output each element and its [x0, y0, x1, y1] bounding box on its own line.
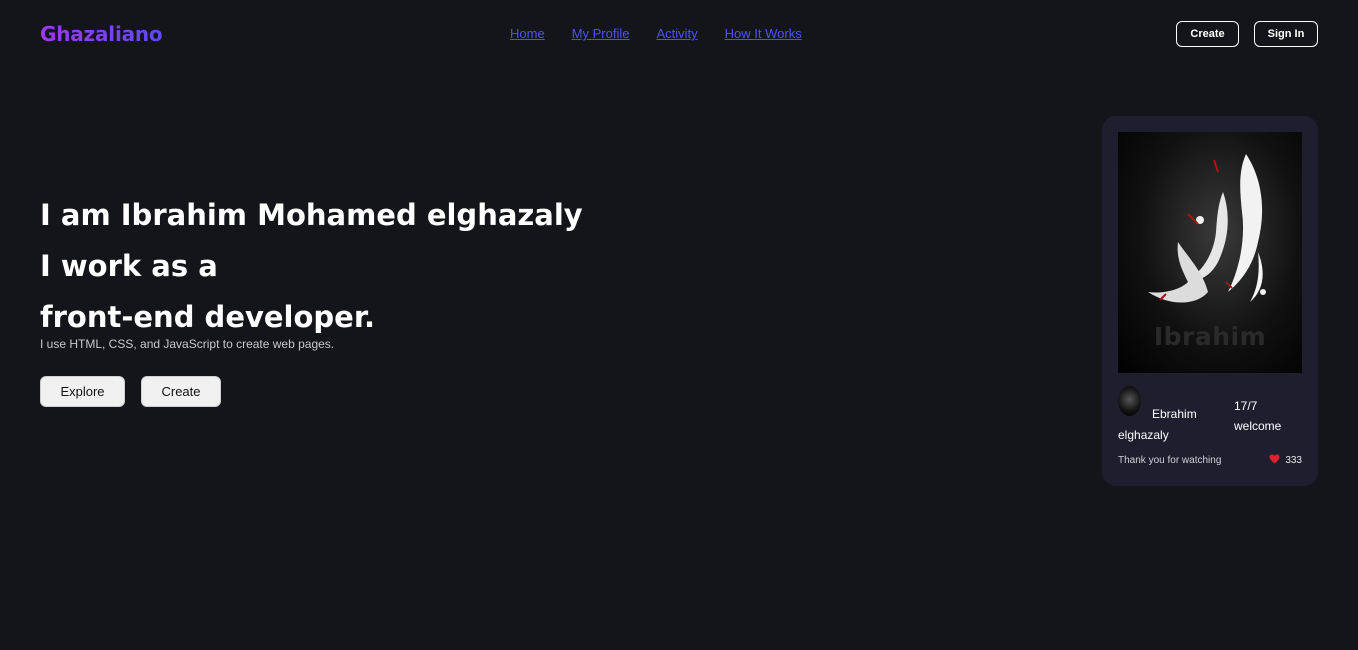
hero-buttons: Explore Create [40, 376, 583, 407]
card-caption: Thank you for watching [1118, 455, 1222, 466]
author-first-name: Ebrahim [1152, 407, 1197, 421]
card-date-message: 17/7 welcome [1234, 396, 1281, 436]
nav-link-my-profile[interactable]: My Profile [572, 26, 630, 41]
create-button[interactable]: Create [141, 376, 221, 407]
card-author: Ebrahim elghazaly [1118, 404, 1228, 446]
hero-line-2: I work as a [40, 249, 218, 283]
card-date: 17/7 [1234, 399, 1258, 413]
card-artwork-image: Ibrahim [1118, 132, 1302, 373]
hero-heading: I am Ibrahim Mohamed elghazaly I work as… [40, 190, 583, 343]
explore-button[interactable]: Explore [40, 376, 125, 407]
author-last-name: elghazaly [1118, 428, 1169, 442]
likes-counter[interactable]: 333 [1269, 454, 1302, 467]
card-message: welcome [1234, 419, 1282, 433]
profile-card[interactable]: Ibrahim Ebrahim elghazaly 17/7 welcome T… [1102, 116, 1318, 486]
likes-count: 333 [1285, 455, 1302, 466]
main-nav: Home My Profile Activity How It Works [510, 26, 829, 41]
heart-icon [1269, 454, 1280, 467]
nav-link-home[interactable]: Home [510, 26, 545, 41]
header-create-button[interactable]: Create [1176, 21, 1239, 47]
card-image-watermark: Ibrahim [1153, 322, 1267, 351]
nav-link-how-it-works[interactable]: How It Works [725, 26, 802, 41]
hero-subtitle: I use HTML, CSS, and JavaScript to creat… [40, 337, 335, 351]
nav-link-activity[interactable]: Activity [656, 26, 697, 41]
hero-section: I am Ibrahim Mohamed elghazaly I work as… [40, 190, 583, 407]
site-logo[interactable]: Ghazaliano [40, 22, 163, 46]
hero-line-1: I am Ibrahim Mohamed elghazaly [40, 198, 583, 232]
sign-in-button[interactable]: Sign In [1254, 21, 1318, 47]
hero-line-3: front-end developer. [40, 300, 376, 334]
